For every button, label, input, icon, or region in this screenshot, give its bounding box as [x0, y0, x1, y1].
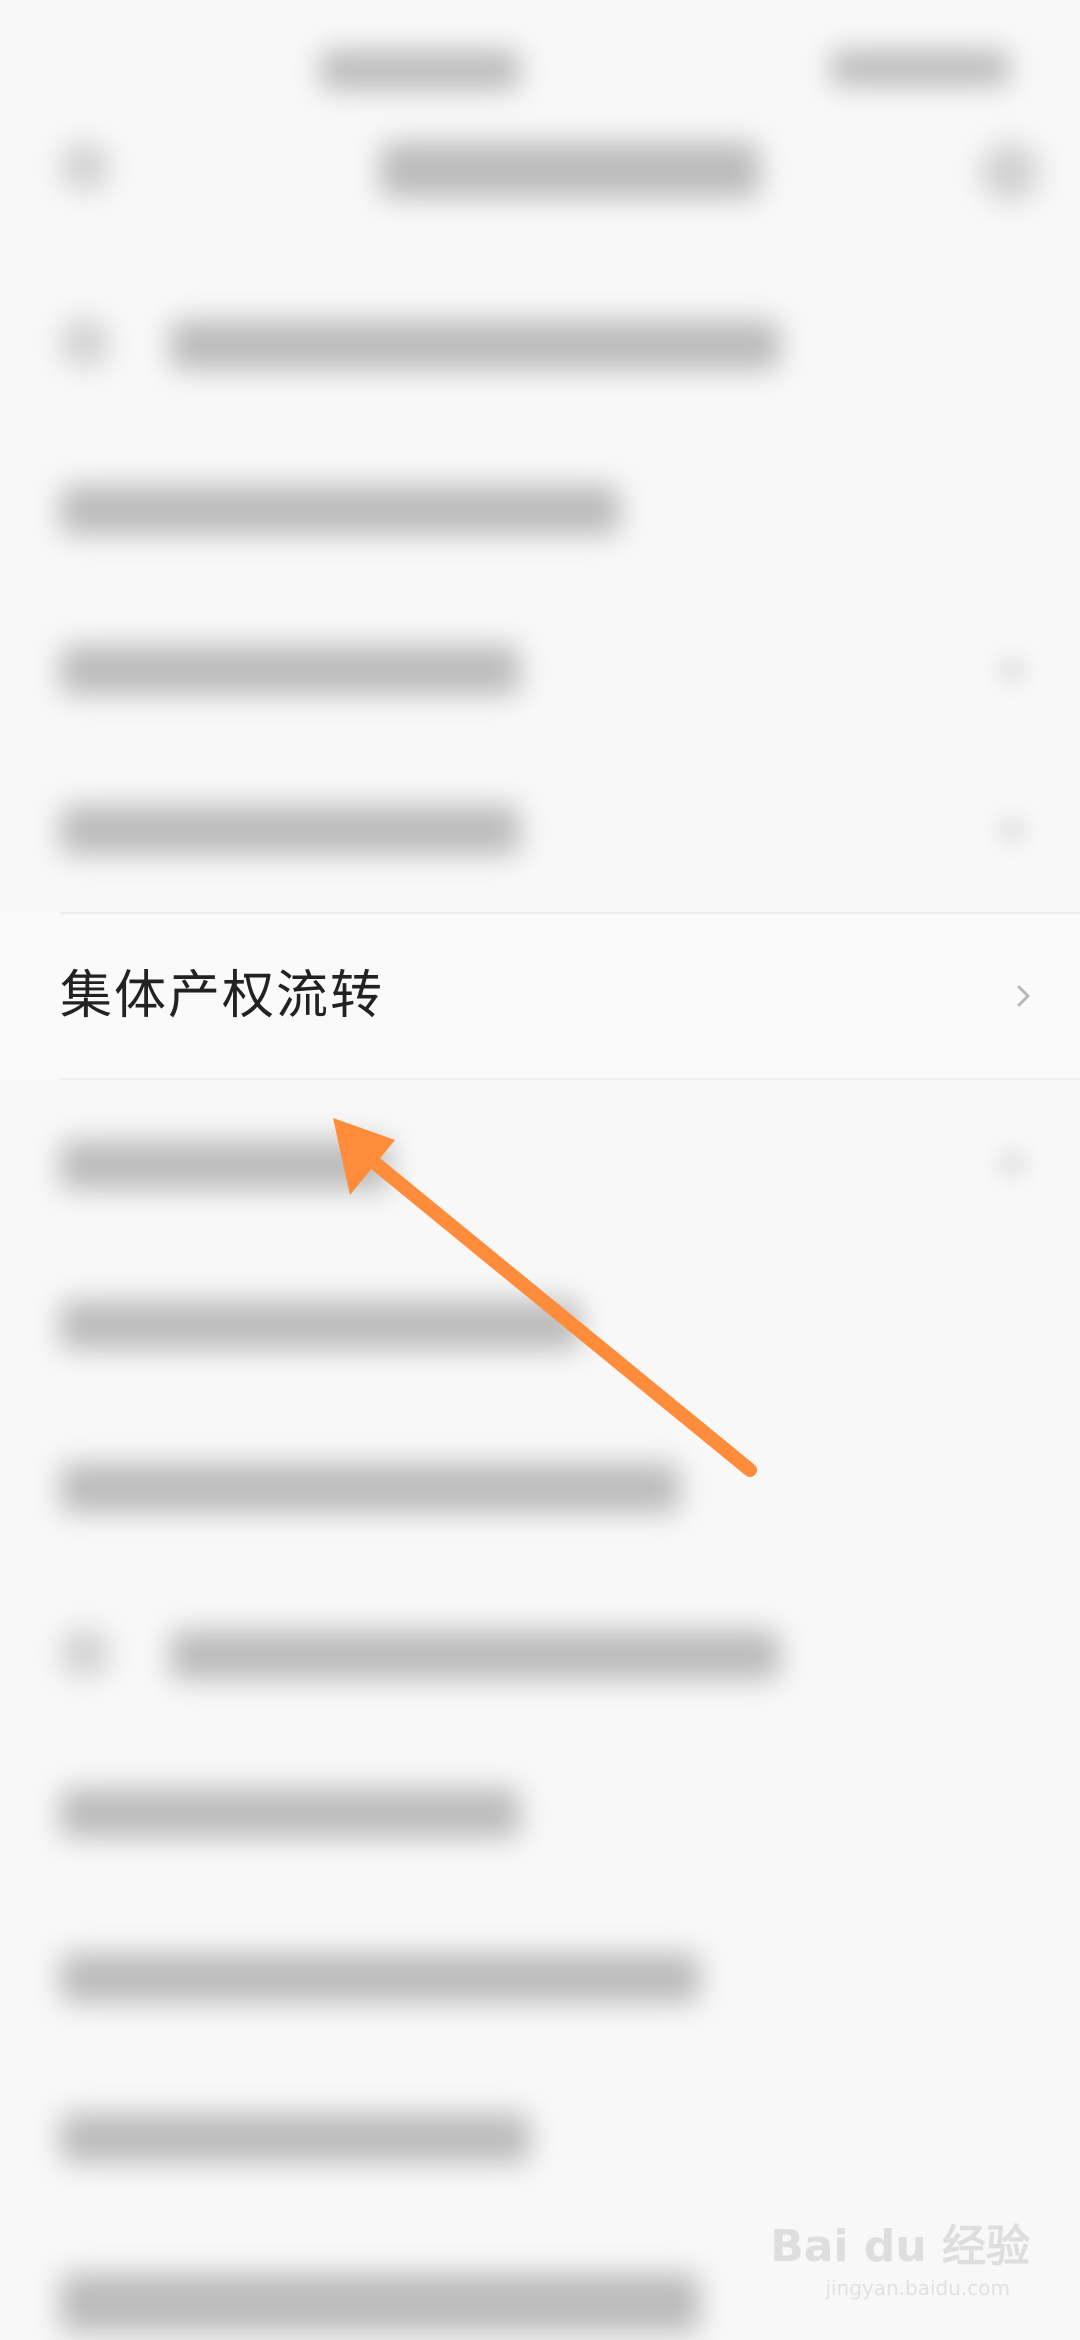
list-item[interactable] [0, 260, 1080, 420]
chevron-right-icon [1000, 818, 1024, 842]
watermark-brand: Bai du 经验 [770, 2221, 1030, 2272]
list-item-icon [60, 318, 110, 368]
header-title-blur [380, 142, 760, 198]
list-item-text-blur [170, 320, 780, 370]
screen: 集体产权流转 Bai du 经验 jingyan.baidu.com [0, 0, 1080, 2340]
chevron-right-icon [1017, 985, 1030, 1007]
list-item-text-blur [60, 1300, 580, 1350]
list-item[interactable] [0, 1895, 1080, 2055]
list-item[interactable] [0, 1730, 1080, 1890]
list-item-text-blur [170, 1630, 780, 1680]
list-item-collective-property-transfer[interactable]: 集体产权流转 [0, 912, 1080, 1080]
app-header [0, 120, 1080, 220]
baidu-jingyan-watermark: Bai du 经验 jingyan.baidu.com [770, 2200, 1030, 2300]
chevron-right-icon [1000, 658, 1024, 682]
status-bar-right-blur [830, 50, 1010, 86]
list-item[interactable] [0, 590, 1080, 750]
list-item[interactable] [0, 1405, 1080, 1565]
list-item-text-blur [60, 1953, 700, 2003]
chevron-right-icon [1000, 1152, 1024, 1176]
back-icon[interactable] [60, 142, 110, 192]
list-item[interactable] [0, 1570, 1080, 1730]
list-item[interactable] [0, 1245, 1080, 1405]
watermark-site: jingyan.baidu.com [825, 2276, 1010, 2300]
list-item-text-blur [60, 2273, 700, 2333]
list-item-label: 集体产权流转 [60, 966, 385, 1026]
list-item-text-blur [60, 805, 520, 855]
list-item-text-blur [60, 1140, 390, 1190]
list-item-text-blur [60, 1463, 680, 1513]
list-item-text-blur [60, 645, 520, 695]
list-item-text-blur [60, 485, 620, 535]
list-item-text-blur [60, 2113, 530, 2163]
list-item[interactable] [0, 1080, 1080, 1240]
list-item[interactable] [0, 430, 1080, 590]
list-item[interactable] [0, 2055, 1080, 2215]
list-item-icon [60, 1628, 110, 1678]
status-bar [0, 0, 1080, 120]
status-bar-left-blur [320, 50, 520, 90]
header-action-icon[interactable] [980, 142, 1040, 202]
list-item-text-blur [60, 1788, 520, 1838]
list-item[interactable] [0, 750, 1080, 910]
